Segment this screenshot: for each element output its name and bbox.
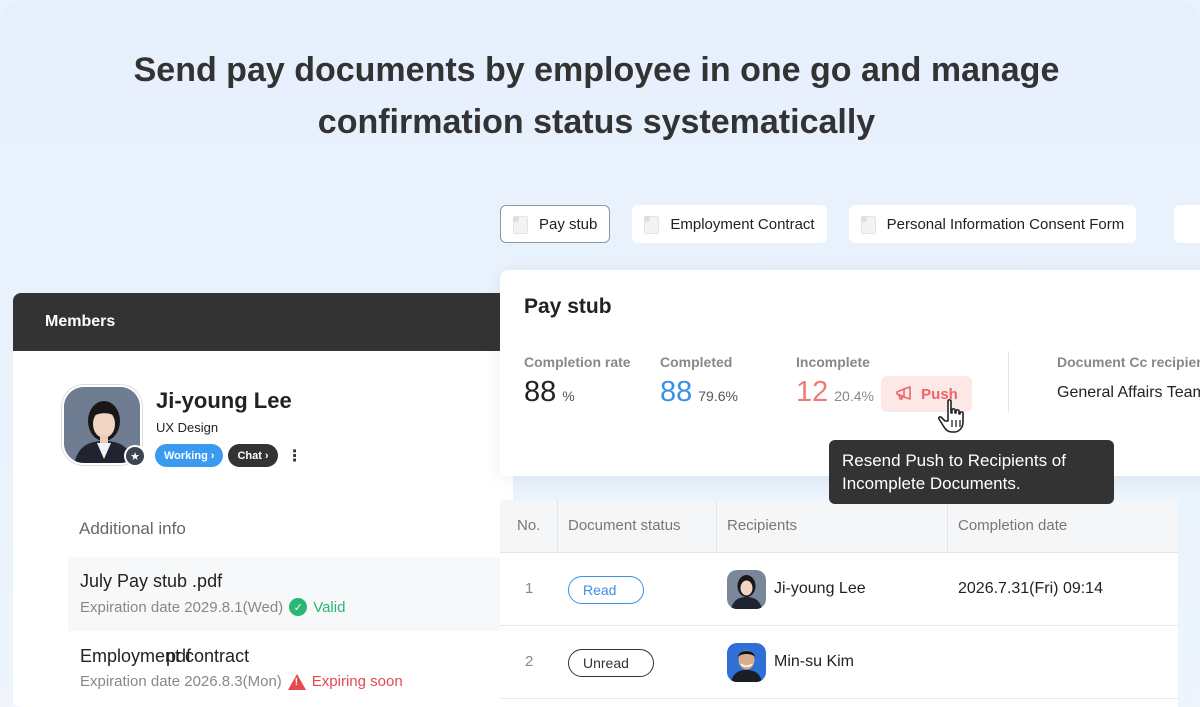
stat-unit: %: [562, 388, 575, 404]
file-item[interactable]: Employment contract pdf Expiration date …: [68, 632, 500, 706]
member-chips: Working › Chat › ⋮: [155, 444, 303, 467]
recipient-name: Ji-young Lee: [774, 580, 866, 597]
file-extension-overlay: pdf: [166, 646, 192, 666]
recipient-avatar: [727, 643, 766, 682]
file-meta: Expiration date 2029.8.1(Wed) ✓ Valid: [80, 598, 500, 616]
headline-line-2: confirmation status systematically: [317, 103, 876, 141]
additional-info-title: Additional info: [79, 519, 186, 538]
expiration-date: Expiration date 2029.8.1(Wed): [80, 598, 284, 616]
file-meta: Expiration date 2026.8.3(Mon) ! Expiring…: [80, 673, 500, 690]
tab-overflow-stub[interactable]: [1174, 205, 1200, 243]
stat-percent: 20.4%: [834, 388, 874, 404]
hand-pointer-icon: [937, 399, 964, 433]
file-name-wrap: Employment contract pdf: [80, 646, 500, 667]
status-label: Read: [583, 582, 617, 598]
status-badge-unread: Unread: [568, 649, 654, 677]
stat-value: 88 79.6%: [660, 376, 738, 409]
tab-personal-information-consent-form[interactable]: Personal Information Consent Form: [848, 205, 1137, 243]
row-number: 1: [525, 580, 534, 597]
document-icon: [859, 215, 877, 234]
tooltip-line-1: Resend Push to Recipients of: [842, 451, 1066, 470]
cc-label: Document Cc recipients: [1057, 354, 1200, 370]
chip-label: Working: [164, 449, 208, 462]
column-divider: [947, 500, 948, 553]
chevron-right-icon: ›: [210, 449, 215, 462]
stat-value: 12 20.4%: [796, 376, 874, 409]
recipient-name: Min-su Kim: [774, 653, 855, 670]
incomplete-stat: Incomplete 12 20.4%: [796, 354, 874, 409]
row-number: 2: [525, 653, 534, 670]
column-header-document-status[interactable]: Document status: [568, 517, 681, 534]
stat-divider: [1008, 351, 1009, 413]
completed-stat: Completed 88 79.6%: [660, 354, 738, 409]
document-icon: [511, 215, 529, 234]
status-label: Unread: [583, 655, 629, 671]
cc-value: General Affairs Team: [1057, 384, 1200, 401]
working-status-chip[interactable]: Working ›: [155, 444, 224, 467]
stat-label: Incomplete: [796, 354, 870, 370]
page-frame: Send pay documents by employee in one go…: [0, 0, 1200, 707]
chat-chip[interactable]: Chat ›: [228, 444, 278, 467]
members-header: Members: [13, 293, 513, 351]
chevron-right-icon: ›: [264, 449, 269, 462]
validity-status: Expiring soon: [311, 673, 403, 690]
tab-label: Personal Information Consent Form: [886, 215, 1125, 233]
expiration-date: Expiration date 2026.8.3(Mon): [80, 673, 282, 690]
stat-number: 12: [796, 376, 829, 408]
recipient-avatar: [727, 570, 766, 609]
more-options-icon[interactable]: ⋮: [287, 446, 303, 466]
chip-label: Chat: [237, 449, 262, 462]
members-title: Members: [45, 313, 116, 330]
person-photo-icon: [727, 570, 766, 609]
member-department: UX Design: [156, 420, 219, 435]
push-tooltip: Resend Push to Recipients of Incomplete …: [829, 440, 1114, 504]
file-name: Employment contract: [80, 646, 250, 666]
page-headline: Send pay documents by employee in one go…: [0, 44, 1193, 148]
warning-icon: !: [287, 673, 306, 690]
headline-line-1: Send pay documents by employee in one go…: [133, 51, 1060, 89]
profile-avatar[interactable]: ★: [62, 385, 146, 467]
star-icon: ★: [124, 445, 146, 467]
tab-label: Employment Contract: [670, 215, 815, 233]
file-name: July Pay stub .pdf: [80, 571, 223, 591]
completion-rate-stat: Completion rate 88 %: [524, 354, 631, 409]
document-icon: [642, 215, 660, 234]
completion-date: 2026.7.31(Fri) 09:14: [958, 580, 1103, 597]
column-header-no[interactable]: No.: [517, 517, 540, 534]
stat-label: Completed: [660, 354, 733, 370]
document-tabs: Pay stub Employment Contract Personal In…: [500, 205, 1137, 243]
tab-employment-contract[interactable]: Employment Contract: [632, 205, 827, 243]
stat-number: 88: [660, 376, 693, 408]
validity-status: Valid: [313, 598, 346, 616]
tab-pay-stub[interactable]: Pay stub: [500, 205, 611, 243]
tab-label: Pay stub: [539, 215, 598, 233]
column-header-recipients[interactable]: Recipients: [727, 517, 797, 534]
status-badge-read: Read: [568, 576, 644, 604]
megaphone-icon: [896, 386, 911, 400]
column-divider: [557, 500, 558, 553]
person-photo-icon: [727, 643, 766, 682]
file-item[interactable]: July Pay stub .pdf Expiration date 2029.…: [68, 557, 500, 631]
stat-percent: 79.6%: [698, 388, 738, 404]
stat-number: 88: [524, 376, 557, 408]
check-circle-icon: ✓: [289, 598, 308, 616]
stat-label: Completion rate: [524, 354, 631, 370]
card-title: Pay stub: [524, 295, 612, 318]
member-name: Ji-young Lee: [156, 388, 292, 413]
stat-value: 88 %: [524, 376, 631, 409]
column-divider: [716, 500, 717, 553]
tooltip-line-2: Incomplete Documents.: [842, 474, 1021, 493]
column-header-completion-date[interactable]: Completion date: [958, 517, 1067, 534]
